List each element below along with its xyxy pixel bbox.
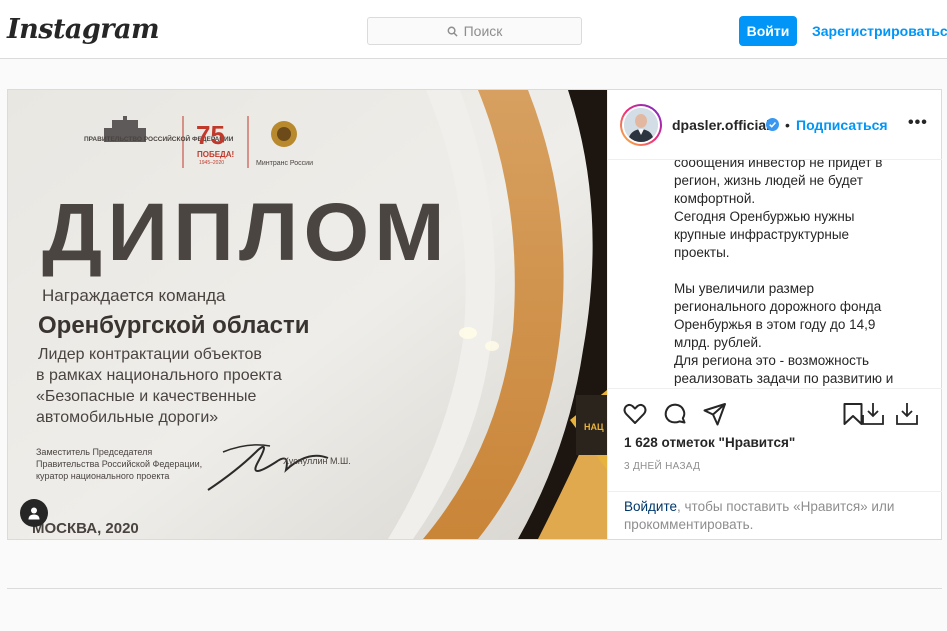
download-icon[interactable] [894, 401, 920, 427]
diploma-sign-line-3: куратор национального проекта [36, 471, 170, 481]
diploma-right-edge-text: НАЦ [584, 422, 604, 432]
caption-line: Оренбуржья в этом году до 14,9 [674, 317, 876, 332]
diploma-line-3: «Безопасные и качественные [36, 388, 257, 405]
tagged-users-button[interactable] [20, 499, 48, 527]
verified-badge-icon [766, 118, 779, 131]
diploma-logo-years: 1945–2020 [199, 160, 225, 166]
more-options-button[interactable]: ••• [908, 114, 928, 132]
footer-divider [7, 588, 942, 589]
avatar-photo [624, 108, 658, 142]
caption-line: Для региона это - возможность [674, 353, 870, 368]
signup-link[interactable]: Зарегистрироваться [812, 23, 947, 39]
search-placeholder: Поиск [463, 23, 503, 39]
diploma-org-right: Минтранс России [256, 160, 313, 167]
diploma-line-4: автомобильные дороги» [36, 409, 219, 426]
diploma-awarded: Награждается команда [42, 286, 226, 305]
user-tag-icon [28, 507, 40, 520]
search-input[interactable]: Поиск [367, 17, 582, 45]
caption-line: комфортной. [674, 191, 756, 206]
caption-line: регионального дорожного фонда [674, 299, 882, 314]
diploma-region: Оренбургской области [38, 312, 310, 339]
avatar[interactable] [620, 104, 662, 146]
likes-count[interactable]: 1 628 отметок "Нравится" [624, 435, 795, 450]
diploma-city: МОСКВА, 2020 [32, 520, 139, 537]
header-separator: • [785, 117, 790, 133]
caption-line: крупные инфраструктурные [674, 227, 850, 242]
login-button[interactable]: Войти [739, 16, 797, 46]
post-username[interactable]: dpasler.official [672, 117, 770, 133]
diploma-sign-line-2: Правительства Российской Федерации, [36, 459, 203, 469]
post-timestamp[interactable]: 3 ДНЕЙ НАЗАД [624, 461, 700, 472]
caption-line: сообщения инвестор не придет в [674, 160, 883, 170]
top-navigation-bar: Instagram Поиск Войти Зарегистрироваться [0, 0, 947, 59]
post-header: dpasler.official • Подписаться ••• [608, 90, 942, 160]
diploma-line-1: Лидер контрактации объектов [38, 346, 262, 363]
comment-icon[interactable] [662, 401, 688, 427]
share-icon[interactable] [702, 401, 728, 427]
post-caption-scroll[interactable]: сообщения инвестор не придет в регион, жи… [608, 160, 942, 388]
heart-icon[interactable] [622, 401, 648, 427]
post-actions-section: 1 628 отметок "Нравится" 3 ДНЕЙ НАЗАД [608, 388, 942, 491]
caption-line: Мы увеличили размер [674, 281, 815, 296]
caption-line: Сегодня Оренбуржью нужны [674, 209, 855, 224]
diploma-signer: Хуснуллин М.Ш. [283, 456, 351, 466]
download-icon[interactable] [860, 401, 886, 427]
caption-line: млрд. рублей. [674, 335, 762, 350]
post-container: ПРАВИТЕЛЬСТВО РОССИЙСКОЙ ФЕДЕРАЦИИ 75 ПО… [7, 89, 942, 540]
caption-line: проекты. [674, 245, 730, 260]
post-photo[interactable]: ПРАВИТЕЛЬСТВО РОССИЙСКОЙ ФЕДЕРАЦИИ 75 ПО… [8, 90, 607, 539]
post-sidebar: dpasler.official • Подписаться ••• сообщ… [607, 90, 942, 539]
search-icon [447, 26, 458, 37]
caption-line: регион, жизнь людей не будет [674, 173, 863, 188]
login-link[interactable]: Войдите [624, 499, 677, 514]
diploma-line-2: в рамках национального проекта [36, 367, 282, 384]
caption-line [674, 262, 914, 280]
diploma-logo-number: 75 [196, 120, 225, 150]
diploma-sign-line-1: Заместитель Председателя [36, 447, 153, 457]
instagram-logo[interactable]: Instagram [7, 14, 160, 45]
diploma-title: ДИПЛОМ [42, 187, 450, 278]
caption-line: реализовать задачи по развитию и [674, 371, 894, 386]
post-caption-text: сообщения инвестор не придет в регион, жи… [674, 160, 914, 388]
diploma-logo-word: ПОБЕДА! [197, 150, 235, 159]
follow-button[interactable]: Подписаться [796, 117, 888, 133]
login-prompt: Войдите, чтобы поставить «Нравится» или … [608, 491, 942, 539]
